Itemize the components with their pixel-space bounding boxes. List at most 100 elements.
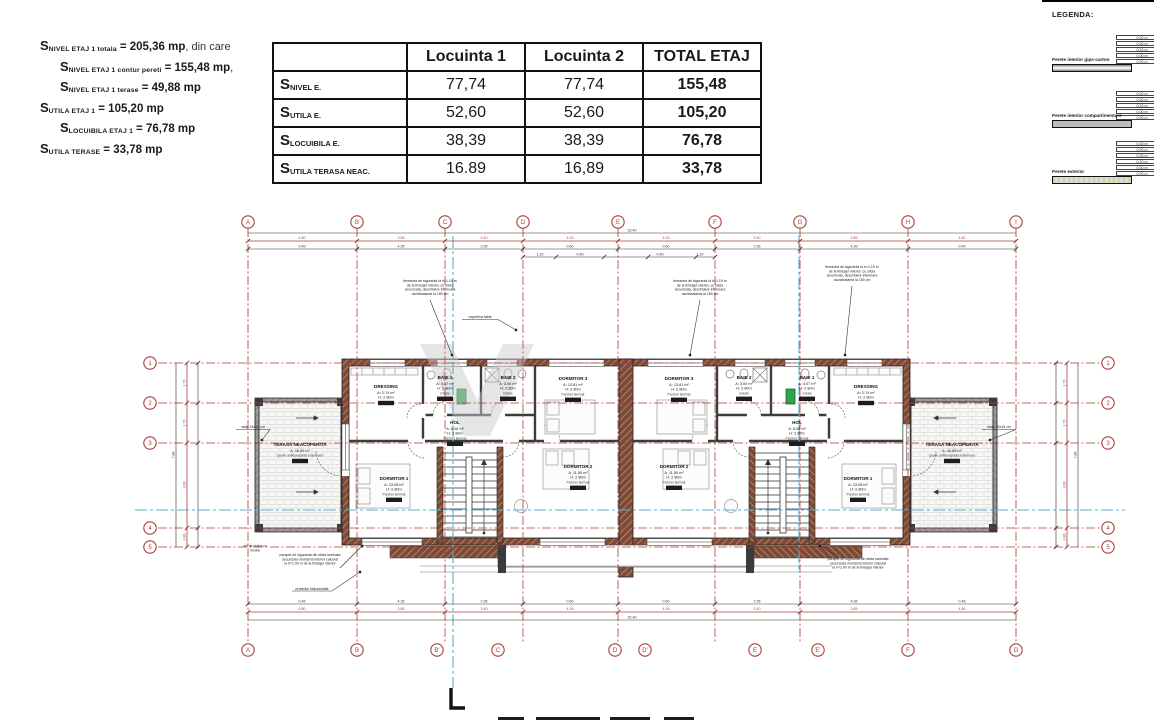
legend-layer-box: 0.00 m <box>1116 91 1154 96</box>
room-text: Gresie <box>503 391 513 395</box>
dim-label: 4.35 <box>398 599 405 603</box>
room-text: A: 13.81 m² <box>563 383 583 387</box>
room-text: HOL <box>450 420 460 425</box>
room-text: H: 2.80m <box>850 488 865 492</box>
dim-label: 3.85 <box>851 607 858 611</box>
svg-text:B: B <box>355 220 359 226</box>
room-text: DORMITOR 3 <box>665 376 694 381</box>
room-text: A: 11.50 m² <box>664 471 684 475</box>
room-text: A: 8.08 m² <box>788 427 806 431</box>
room-text: BAIE 1 <box>800 375 815 380</box>
dim-label: 3.40 <box>481 607 488 611</box>
room-label-baie1-l: BAIE 1A: 4.07 m²H: 2.80mGresie <box>436 375 454 401</box>
svg-text:E: E <box>616 220 620 226</box>
room-text: A: 16.89 m² <box>290 449 310 453</box>
dim-label: 0.45 <box>299 244 306 248</box>
legend-layer-box: 0.10 m <box>1116 159 1154 164</box>
room-text: Parchet laminat <box>383 492 406 496</box>
dim-label: 4.15 <box>663 607 670 611</box>
dim-label: 3.40 <box>754 236 761 240</box>
svg-text:C: C <box>443 220 448 226</box>
room-tag <box>500 397 516 401</box>
svg-text:G: G <box>1014 648 1019 654</box>
room-label-baie1-r: BAIE 1A: 4.07 m²H: 2.80mGresie <box>798 375 816 401</box>
room-text: H: 2.80m <box>789 432 804 436</box>
legend-layer-dims: 0.00 m0.00 m0.15 m0.00 m0.00 m <box>1116 35 1154 64</box>
dim-chains-top <box>248 233 1016 257</box>
wall-sample-exterior <box>1052 176 1132 184</box>
staircase <box>443 453 497 537</box>
legend-layer-box: 0.15 m <box>1116 103 1154 108</box>
room-text: H: 2.80m <box>799 387 814 391</box>
room-text: gresie antiderapanta exterioara <box>929 454 975 458</box>
dim-label: 3.85 <box>851 236 858 240</box>
legend-item-gips-carton: 0.00 m0.00 m0.15 m0.00 m0.00 m Perete in… <box>1052 25 1154 75</box>
svg-text:stalp 15x15 cm: stalp 15x15 cm <box>241 425 265 429</box>
room-text: Gresie <box>802 391 812 395</box>
room-tag <box>799 397 815 401</box>
room-text: A: 16.89 m² <box>942 449 962 453</box>
dim-label: 4.15 <box>567 236 574 240</box>
dim-label: 3.85 <box>398 236 405 240</box>
dim-label: 2.95 <box>481 599 488 603</box>
svg-text:G: G <box>798 220 803 226</box>
room-label-baie2-r: BAIE 2A: 3.00 m²H: 2.80mGresie <box>735 375 753 401</box>
room-text: BAIE 1 <box>438 375 453 380</box>
svg-text:B: B <box>355 648 359 654</box>
room-text: A: 4.07 m² <box>436 382 454 386</box>
stat-line: SUTILA ETAJ 1= 105,20 mp <box>40 100 290 121</box>
svg-text:protectie hidroizolatie: protectie hidroizolatie <box>295 587 328 591</box>
room-text: Parchet laminat <box>444 436 467 440</box>
room-text: DORMITOR 2 <box>660 464 689 469</box>
room-text: H: 2.80m <box>447 432 462 436</box>
room-label-baie2-l: BAIE 2A: 3.00 m²H: 2.80mGresie <box>499 375 517 401</box>
svg-text:F: F <box>713 220 717 226</box>
dim-label: 7.80 <box>1074 452 1078 459</box>
svg-text:fereastra de siguranta la h=1.: fereastra de siguranta la h=1.15 mde la … <box>673 279 726 296</box>
dim-label: 0.60 <box>663 599 670 603</box>
dim-label: 0.60 <box>663 244 670 248</box>
dim-label: 3.40 <box>481 236 488 240</box>
room-text: H: 2.80m <box>570 476 585 480</box>
legend-item-compartimentare: 0.00 m0.00 m0.15 m0.00 m0.00 m Perete in… <box>1052 81 1154 131</box>
svg-text:parapet de siguranta din sticl: parapet de siguranta din sticla laminata… <box>828 557 889 570</box>
room-label-dressing-r: DRESSINGA: 2.74 m²H: 2.80m <box>854 384 878 405</box>
dim-label: 0.60 <box>567 599 574 603</box>
room-tag <box>858 401 874 405</box>
room-text: A: 11.50 m² <box>568 471 588 475</box>
col-locuinta2: Locuinta 2 <box>525 43 643 71</box>
room-tag <box>565 398 581 402</box>
dim-label: 4.80 <box>299 236 306 240</box>
dim-label: 1.20 <box>537 252 544 256</box>
room-label-dressing-l: DRESSINGA: 2.74 m²H: 2.80m <box>374 384 398 405</box>
stat-line: SUTILA TERASE= 33,78 mp <box>40 141 290 162</box>
svg-text:E: E <box>753 648 757 654</box>
table-corner-cell <box>273 43 407 71</box>
building-walls <box>342 359 910 577</box>
dim-label: 1.70 <box>183 420 187 427</box>
room-text: DORMITOR 2 <box>564 464 593 469</box>
area-summary: SNIVEL ETAJ 1 totala= 205,36 mp, din car… <box>40 38 290 161</box>
legend-layer-box: 0.25 m <box>1116 153 1154 158</box>
legend-layer-box: 0.00 m <box>1116 35 1154 40</box>
dim-label: 0.80 <box>183 534 187 541</box>
svg-text:fereastra de siguranta la h=1.: fereastra de siguranta la h=1.15 mde la … <box>403 279 456 296</box>
stair-wall <box>497 447 503 543</box>
dim-label: 0.40 <box>577 252 584 256</box>
dim-label: 4.80 <box>959 236 966 240</box>
room-tag <box>671 398 687 402</box>
party-wall <box>619 359 633 577</box>
svg-text:zid de piatra cumortar: zid de piatra cumortar <box>243 544 267 552</box>
room-tag <box>437 397 453 401</box>
room-text: Gresie <box>440 391 450 395</box>
room-text: BAIE 2 <box>501 375 516 380</box>
dim-label: 0.45 <box>299 599 306 603</box>
svg-text:stalp 15x15 cm: stalp 15x15 cm <box>987 425 1011 429</box>
room-text: BAIE 2 <box>737 375 752 380</box>
svg-text:C: C <box>496 648 501 654</box>
axis-bubbles-right: 12345 <box>1102 357 1114 553</box>
stat-line: SLOCUIBILA ETAJ 1= 76,78 mp <box>40 120 290 141</box>
room-text: DRESSING <box>374 384 398 389</box>
axis-bubbles-left: 12345 <box>144 357 156 553</box>
legend-layer-box: 0.00 m <box>1116 141 1154 146</box>
